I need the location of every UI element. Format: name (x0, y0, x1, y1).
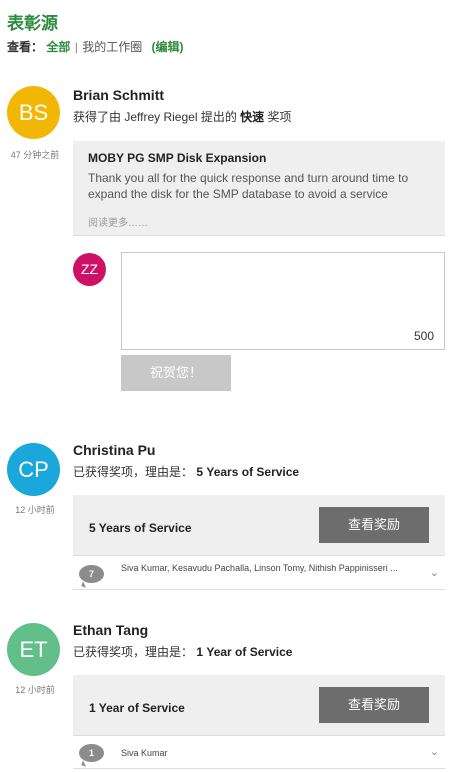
recipient-name[interactable]: Brian Schmitt (73, 87, 164, 103)
award-card: 5 Years of Service 查看奖励 (73, 495, 445, 562)
speech-bubble-icon: 7 (79, 565, 104, 583)
timestamp: 12 小时前 (15, 505, 55, 515)
filter-label: 查看： (7, 40, 44, 54)
avatar[interactable]: CP (7, 443, 60, 496)
award-description: 已获得奖项，理由是： 5 Years of Service (73, 463, 299, 480)
filter-separator: | (74, 40, 78, 54)
award-message-card: MOBY PG SMP Disk Expansion Thank you all… (73, 141, 445, 236)
award-description-prefix: 已获得奖项，理由是： (73, 465, 194, 479)
message-body: Thank you all for the quick response and… (88, 171, 409, 201)
char-count: 500 (413, 329, 434, 343)
chevron-down-icon[interactable]: ⌄ (430, 745, 439, 758)
award-description: 获得了由 Jeffrey Riegel 提出的 快速 奖项 (73, 108, 292, 125)
read-more-link[interactable]: 阅读更多…… (88, 214, 148, 229)
award-card: 1 Year of Service 查看奖励 (73, 675, 445, 742)
current-user-avatar: ZZ (73, 253, 106, 286)
award-card-title: 5 Years of Service (89, 521, 192, 535)
timestamp: 12 小时前 (15, 685, 55, 695)
chevron-down-icon[interactable]: ⌄ (430, 566, 439, 579)
message-title: MOBY PG SMP Disk Expansion (88, 151, 267, 165)
comment-input[interactable]: 500 (121, 252, 445, 350)
award-card-title: 1 Year of Service (89, 701, 185, 715)
avatar[interactable]: BS (7, 86, 60, 139)
timestamp: 47 分钟之前 (10, 150, 60, 160)
filter-my-circle-link[interactable]: 我的工作圈 (82, 40, 142, 54)
award-description-prefix: 已获得奖项，理由是： (73, 645, 194, 659)
avatar[interactable]: ET (7, 623, 60, 676)
award-name: 快速 (240, 110, 265, 124)
view-award-button[interactable]: 查看奖励 (319, 687, 429, 723)
award-description-suffix: 奖项 (267, 110, 292, 124)
recipient-name[interactable]: Christina Pu (73, 442, 155, 458)
award-name: 5 Years of Service (196, 465, 300, 479)
cheer-names: Siva Kumar (121, 748, 168, 758)
cheers-row[interactable]: 1 Siva Kumar ⌄ (73, 735, 445, 769)
filter-edit-link[interactable]: (编辑) (152, 40, 184, 54)
filter-bar: 查看： 全部 | 我的工作圈 (编辑) (7, 38, 184, 55)
cheer-names: Siva Kumar, Kesavudu Pachalla, Linson To… (121, 563, 398, 573)
award-description: 已获得奖项，理由是： 1 Year of Service (73, 643, 292, 660)
cheers-row[interactable]: 7 Siva Kumar, Kesavudu Pachalla, Linson … (73, 555, 445, 590)
award-description-prefix: 获得了由 Jeffrey Riegel 提出的 (73, 110, 237, 124)
award-name: 1 Year of Service (196, 645, 293, 659)
view-award-button[interactable]: 查看奖励 (319, 507, 429, 543)
page-title: 表彰源 (7, 14, 58, 33)
congratulate-button[interactable]: 祝贺您！ (121, 355, 231, 391)
speech-bubble-icon: 1 (79, 744, 104, 762)
recipient-name[interactable]: Ethan Tang (73, 622, 148, 638)
filter-all-link[interactable]: 全部 (46, 40, 70, 54)
